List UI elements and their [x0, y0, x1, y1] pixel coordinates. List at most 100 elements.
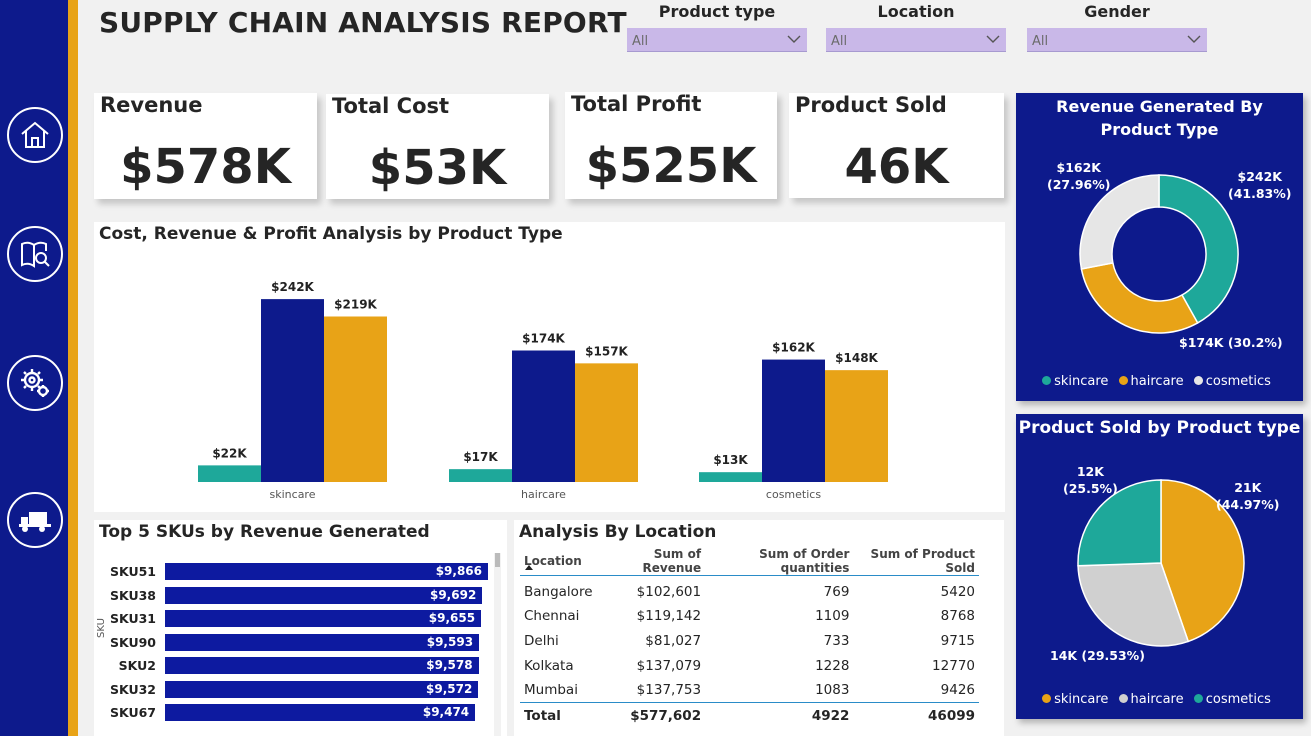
- kpi-label: Product Sold: [795, 93, 947, 117]
- location-table: Location Sum of Revenue Sum of Order qua…: [520, 547, 979, 729]
- column-header[interactable]: Sum of Product Sold: [853, 547, 979, 576]
- table-row[interactable]: Delhi $81,027 733 9715: [520, 629, 979, 654]
- product-type-dropdown[interactable]: All: [627, 28, 807, 52]
- legend-item[interactable]: cosmetics: [1193, 374, 1271, 389]
- sidebar-accent-stripe: [68, 0, 78, 736]
- scrollbar-thumb[interactable]: [495, 553, 500, 567]
- sku-value: $9,655: [428, 611, 476, 625]
- location-slicer: Location All: [826, 2, 1006, 52]
- slice-label-cosmetics: 12K (25.5%): [1063, 464, 1118, 496]
- sku-bar[interactable]: $9,692: [165, 586, 483, 604]
- chevron-down-icon: [787, 35, 801, 43]
- legend-item[interactable]: cosmetics: [1193, 692, 1271, 707]
- legend-item[interactable]: skincare: [1042, 374, 1108, 389]
- donut-slice-haircare[interactable]: [1080, 262, 1199, 334]
- location-dropdown[interactable]: All: [826, 28, 1006, 52]
- sku-value: $9,474: [422, 705, 470, 719]
- sku-row[interactable]: SKU51 $9,866: [98, 563, 498, 581]
- table-cell: 46099: [853, 701, 979, 729]
- table-row[interactable]: Chennai $119,142 1109 8768: [520, 604, 979, 629]
- shipping-button[interactable]: [7, 492, 63, 548]
- table-cell: Mumbai: [524, 681, 578, 698]
- sku-bar[interactable]: $9,593: [165, 633, 480, 651]
- table-row[interactable]: Kolkata $137,079 1228 12770: [520, 653, 979, 678]
- kpi-value: $578K: [120, 139, 291, 195]
- sku-row[interactable]: SKU38 $9,692: [98, 586, 498, 605]
- sku-row[interactable]: SKU31 $9,655: [98, 610, 498, 628]
- bar-chart: $22K $242K $219K skincare $17K $174K $157K hair…: [198, 280, 888, 501]
- bar-haircare-1[interactable]: [512, 350, 575, 482]
- product-type-slicer: Product type All: [627, 2, 807, 52]
- sku-value: $9,866: [435, 564, 482, 578]
- data-label: $157K: [585, 344, 628, 358]
- slice-label-haircare: $174K (30.2%): [1179, 335, 1283, 350]
- gender-dropdown[interactable]: All: [1027, 28, 1207, 52]
- home-button[interactable]: [7, 107, 63, 163]
- data-label: $148K: [835, 351, 878, 365]
- kpi-value: $53K: [368, 140, 507, 196]
- page-title: SUPPLY CHAIN ANALYSIS REPORT: [99, 6, 627, 39]
- donut-legend: skincare haircare cosmetics: [1016, 374, 1303, 389]
- slice-label-cosmetics: $162K (27.96%): [1047, 160, 1111, 192]
- column-header[interactable]: Location: [520, 547, 597, 576]
- sku-bar-list: SKU51 $9,866 SKU38 $9,692 SKU31 $9,655 SKU90 $9…: [98, 563, 498, 733]
- sku-row[interactable]: SKU32 $9,572: [98, 680, 498, 699]
- sku-label: SKU67: [109, 705, 156, 720]
- table-row[interactable]: Bangalore $102,601 769 5420: [520, 580, 979, 605]
- sku-bar[interactable]: $9,572: [165, 680, 479, 698]
- kpi-label: Total Cost: [332, 94, 450, 118]
- product-sold-by-type-panel: Product Sold by Product type 21K (44.97%…: [1016, 414, 1303, 719]
- gears-icon: [21, 369, 49, 397]
- column-header[interactable]: Sum of Order quantities: [705, 547, 853, 576]
- bar-haircare-0[interactable]: [449, 469, 512, 482]
- table-title: Analysis By Location: [519, 522, 717, 542]
- kpi-value: 46K: [844, 139, 949, 195]
- data-label: $174K: [522, 332, 565, 346]
- home-icon: [21, 121, 49, 148]
- slicer-label: Gender: [1084, 2, 1150, 21]
- kpi-label: Total Profit: [571, 92, 702, 116]
- table-cell: $81,027: [645, 632, 702, 649]
- bar-skincare-1[interactable]: [261, 299, 324, 482]
- sidebar: [0, 0, 68, 736]
- bar-cosmetics-2[interactable]: [825, 370, 888, 482]
- sku-row[interactable]: SKU2 $9,578: [98, 657, 498, 675]
- table-cell: Total: [520, 701, 597, 729]
- sort-ascending-icon[interactable]: [525, 565, 533, 570]
- table-cell: $119,142: [636, 608, 702, 625]
- sku-bar[interactable]: $9,866: [165, 563, 488, 580]
- sku-row[interactable]: SKU67 $9,474: [98, 704, 498, 722]
- table-cell: Chennai: [524, 608, 580, 625]
- bar-skincare-0[interactable]: [198, 465, 261, 482]
- kpi-value: $525K: [585, 138, 757, 194]
- table-cell: 8768: [940, 608, 975, 625]
- settings-button[interactable]: [7, 355, 63, 411]
- table-total-row[interactable]: Total $577,602 4922 46099: [520, 701, 979, 729]
- bar-haircare-2[interactable]: [575, 363, 638, 482]
- bar-cosmetics-1[interactable]: [762, 359, 825, 482]
- table-cell: $137,753: [636, 681, 702, 698]
- kpi-card-revenue: Revenue $578K: [94, 93, 317, 199]
- sku-row[interactable]: SKU90 $9,593: [98, 633, 498, 652]
- legend-label: haircare: [1130, 374, 1184, 389]
- scrollbar[interactable]: [494, 553, 501, 736]
- column-header[interactable]: Sum of Revenue: [597, 547, 706, 576]
- data-label: $162K: [772, 341, 815, 355]
- bar-skincare-2[interactable]: [324, 316, 387, 482]
- sku-bar[interactable]: $9,474: [165, 704, 476, 721]
- book-search-button[interactable]: [7, 226, 63, 282]
- legend-item[interactable]: haircare: [1118, 692, 1184, 707]
- table-row[interactable]: Mumbai $137,753 1083 9426: [520, 678, 979, 703]
- revenue-by-product-type-panel: Revenue Generated By Product Type $242K …: [1016, 93, 1303, 401]
- table-cell: 4922: [705, 701, 854, 729]
- table-cell: 1083: [815, 681, 850, 698]
- kpi-card-total-cost: Total Cost $53K: [326, 94, 549, 199]
- sku-label: SKU51: [109, 564, 156, 579]
- legend-item[interactable]: haircare: [1118, 374, 1184, 389]
- legend-item[interactable]: skincare: [1042, 692, 1108, 707]
- sku-bar[interactable]: $9,578: [165, 657, 479, 674]
- bar-cosmetics-0[interactable]: [699, 472, 762, 482]
- sku-bar[interactable]: $9,655: [165, 610, 482, 627]
- sku-label: SKU38: [109, 587, 156, 603]
- sku-label: SKU31: [109, 611, 156, 626]
